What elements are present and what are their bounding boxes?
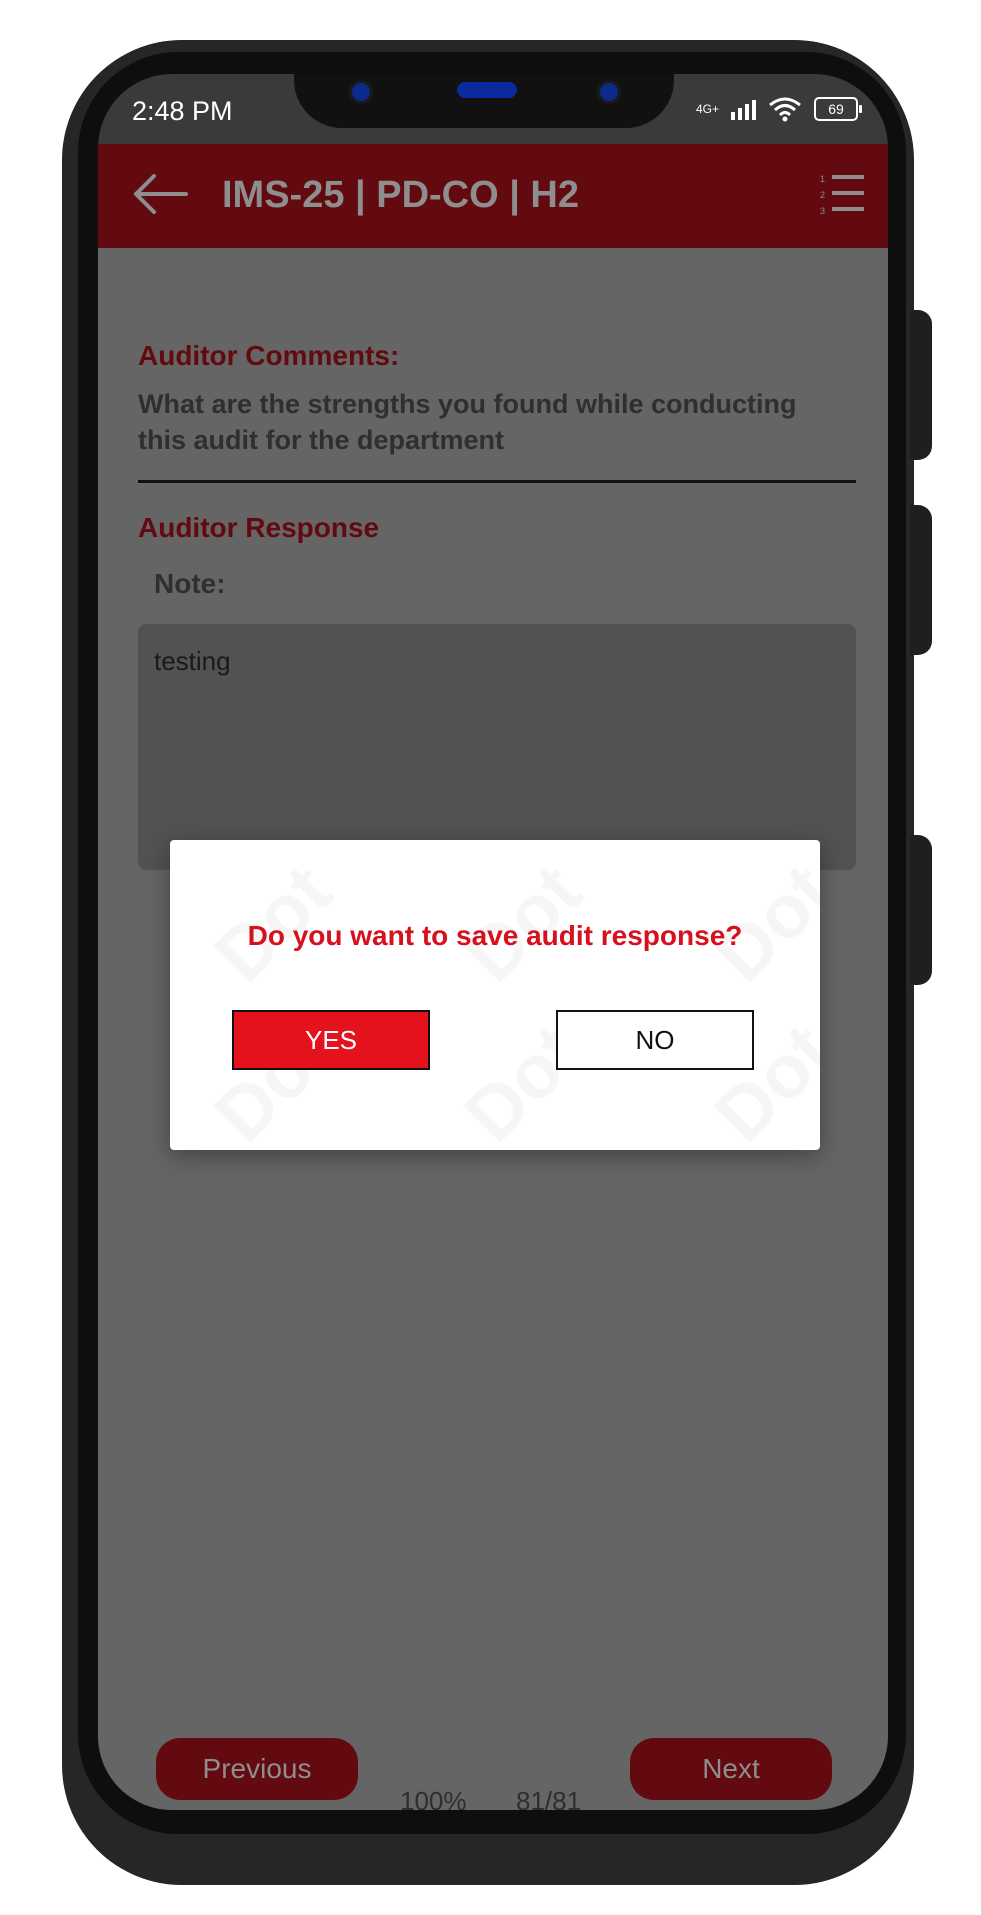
- earpiece-speaker: [457, 82, 517, 98]
- status-icons: 4G+ 69: [695, 96, 862, 122]
- phone-screen: 2:48 PM 4G+ 69 IMS-25 | PD-CO | H2 1 2 3…: [98, 74, 888, 1810]
- next-button[interactable]: Next: [630, 1738, 832, 1800]
- note-input[interactable]: testing: [138, 624, 856, 870]
- status-time: 2:48 PM: [132, 96, 233, 126]
- svg-text:1: 1: [820, 174, 825, 184]
- numbered-list-icon[interactable]: 1 2 3: [820, 172, 866, 216]
- dialog-message: Do you want to save audit response?: [247, 920, 743, 951]
- wifi-icon: [769, 97, 801, 122]
- response-title: Auditor Response: [138, 512, 380, 543]
- arrow-left-icon[interactable]: [132, 174, 188, 214]
- divider: [138, 480, 856, 483]
- svg-text:2: 2: [820, 190, 825, 200]
- comments-title: Auditor Comments:: [138, 340, 400, 371]
- svg-text:3: 3: [820, 206, 825, 216]
- save-confirm-dialog: Dot Dot Dot Dot Dot Dot Do you want to s…: [170, 840, 820, 1150]
- page-counter: 81/81: [516, 1786, 582, 1810]
- audit-question: What are the strengths you found while c…: [138, 389, 797, 455]
- phone-side-button-middle: [910, 505, 932, 655]
- note-label: Note:: [154, 568, 226, 599]
- camera-notch: [294, 74, 674, 128]
- status-bar: 2:48 PM 4G+ 69: [98, 74, 888, 144]
- previous-button[interactable]: Previous: [156, 1738, 358, 1800]
- yes-button[interactable]: YES: [232, 1010, 430, 1070]
- app-header: IMS-25 | PD-CO | H2 1 2 3: [98, 144, 888, 248]
- phone-side-button-top: [910, 310, 932, 460]
- phone-side-button-bottom: [910, 835, 932, 985]
- battery-icon: 69: [814, 97, 862, 121]
- no-button[interactable]: NO: [556, 1010, 754, 1070]
- front-camera-icon: [352, 83, 370, 101]
- page-title: IMS-25 | PD-CO | H2: [222, 174, 579, 216]
- progress-percent: 100%: [400, 1786, 467, 1810]
- signal-icon: [731, 98, 756, 120]
- network-type: 4G+: [695, 102, 719, 116]
- note-value: testing: [154, 646, 231, 676]
- sensor-icon: [600, 83, 618, 101]
